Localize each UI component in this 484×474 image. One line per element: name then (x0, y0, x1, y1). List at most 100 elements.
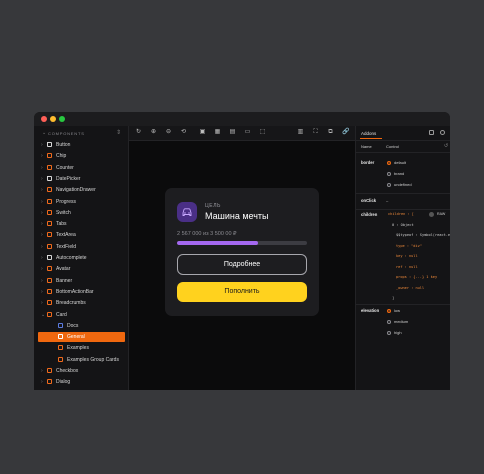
elevation-label: elevation (361, 308, 380, 313)
edit-json-icon[interactable] (429, 212, 434, 217)
border-radio-brand[interactable] (387, 171, 391, 176)
sidebar-item-label: Docs (67, 322, 79, 329)
sidebar: ⌄ COMPONENTS ⇕ › Button › Chip › Counter › Date… (34, 126, 129, 390)
chevron-down-icon[interactable]: ⌄ (41, 312, 45, 318)
expand-all-icon[interactable]: ⇕ (116, 129, 122, 136)
top-up-button[interactable]: Пополнить (177, 282, 307, 302)
sidebar-item-checkbox[interactable]: › Checkbox (34, 366, 128, 376)
chevron-right-icon[interactable]: › (41, 278, 43, 284)
args-table-header: Name Control ↺ (356, 141, 450, 151)
close-panel-icon[interactable] (440, 130, 445, 135)
sidebar-item-examples-group-cards[interactable]: Examples Group Cards (34, 355, 128, 365)
children-object-line: type : "div" (396, 243, 422, 248)
reset-icon[interactable]: ↺ (444, 143, 448, 149)
chevron-right-icon[interactable]: › (41, 153, 43, 159)
sidebar-item-counter[interactable]: › Counter (34, 163, 128, 173)
outline-icon[interactable]: ⬚ (259, 129, 266, 136)
tab-addons[interactable]: Addons (361, 131, 376, 136)
details-button[interactable]: Подробнее (177, 254, 307, 275)
panel-toggle-icon[interactable]: ▥ (297, 129, 304, 136)
folder-icon (47, 175, 52, 181)
sidebar-item-bottomactionbar[interactable]: › BottomActionBar (34, 287, 128, 297)
chevron-right-icon[interactable]: › (41, 221, 43, 227)
goal-progress-bar (177, 241, 307, 245)
elevation-option-label: high (394, 330, 402, 335)
grid-icon[interactable]: ▦ (214, 129, 221, 136)
fullscreen-icon[interactable]: ⛶ (312, 129, 319, 136)
zoom-reset-icon[interactable]: ⟲ (180, 129, 187, 136)
chevron-right-icon[interactable]: › (41, 176, 43, 182)
border-label: border (361, 160, 375, 165)
addons-panel: Addons Name Control ↺ border default bran… (355, 126, 450, 390)
sidebar-item-chip[interactable]: › Chip (34, 151, 128, 161)
sidebar-item-button[interactable]: › Button (34, 140, 128, 150)
chevron-right-icon[interactable]: › (41, 199, 43, 205)
maximize-window-button[interactable] (59, 116, 65, 122)
component-icon (47, 277, 52, 283)
chevron-right-icon[interactable]: › (41, 379, 43, 385)
chevron-right-icon[interactable]: › (41, 142, 43, 148)
sidebar-item-docs[interactable]: Docs (34, 321, 128, 331)
zoom-out-icon[interactable]: ⊖ (165, 129, 172, 136)
header-name: Name (361, 144, 372, 149)
chevron-right-icon[interactable]: › (41, 187, 43, 193)
sidebar-item-progress[interactable]: › Progress (34, 197, 128, 207)
elevation-radio-low[interactable] (387, 308, 391, 313)
sidebar-item-switch[interactable]: › Switch (34, 208, 128, 218)
component-icon (47, 300, 52, 306)
sidebar-item-tabs[interactable]: › Tabs (34, 219, 128, 229)
new-tab-icon[interactable]: ⧉ (327, 129, 334, 136)
sidebar-item-label: Breadcrumbs (56, 300, 86, 307)
minimize-window-button[interactable] (50, 116, 56, 122)
sidebar-item-label: Dialog (56, 379, 71, 386)
elevation-radio-medium[interactable] (387, 319, 391, 324)
zoom-in-icon[interactable]: ⊕ (150, 129, 157, 136)
sidebar-item-autocomplete[interactable]: › Autocomplete (34, 253, 128, 263)
sidebar-item-banner[interactable]: › Banner (34, 276, 128, 286)
panel-position-icon[interactable] (429, 130, 434, 135)
sidebar-item-examples[interactable]: Examples (34, 343, 128, 353)
raw-toggle[interactable]: RAW (437, 212, 445, 216)
sidebar-item-label: Switch (56, 209, 71, 216)
chevron-right-icon[interactable]: › (41, 289, 43, 295)
sidebar-item-textarea[interactable]: › TextArea (34, 230, 128, 240)
border-radio-undefined[interactable] (387, 182, 391, 187)
chevron-right-icon[interactable]: › (41, 266, 43, 272)
chevron-right-icon[interactable]: › (41, 210, 43, 216)
measure-icon[interactable]: ▭ (244, 129, 251, 136)
chevron-right-icon[interactable]: › (41, 368, 43, 374)
reload-icon[interactable]: ↻ (135, 129, 142, 136)
sidebar-item-avatar[interactable]: › Avatar (34, 264, 128, 274)
goal-amount: 2 567 000 из 3 500 00 ₽ (177, 231, 237, 237)
sidebar-item-datepicker[interactable]: › DatePicker (34, 174, 128, 184)
elevation-radio-high[interactable] (387, 330, 391, 335)
chevron-right-icon[interactable]: › (41, 232, 43, 238)
chevron-right-icon[interactable]: › (41, 165, 43, 171)
sidebar-item-label: Examples Group Cards (67, 356, 119, 363)
header-control: Control (386, 144, 399, 149)
divider (356, 209, 450, 210)
viewport-icon[interactable]: ▤ (229, 129, 236, 136)
close-window-button[interactable] (41, 116, 47, 122)
border-radio-default[interactable] (387, 160, 391, 165)
window-titlebar (34, 112, 450, 126)
sidebar-item-card[interactable]: ⌄ Card (34, 310, 128, 320)
storybook-window: ⌄ COMPONENTS ⇕ › Button › Chip › Counter › Date… (34, 112, 450, 390)
sidebar-header[interactable]: ⌄ COMPONENTS ⇕ (34, 126, 128, 140)
component-icon (47, 153, 52, 159)
chevron-right-icon[interactable]: › (41, 244, 43, 250)
elevation-option-label: medium (394, 319, 409, 324)
copy-link-icon[interactable]: 🔗 (342, 129, 349, 136)
border-option-label: brand (394, 171, 405, 176)
background-icon[interactable]: ▣ (199, 129, 206, 136)
sidebar-item-textfield[interactable]: › TextField (34, 242, 128, 252)
chevron-right-icon[interactable]: › (41, 255, 43, 261)
chevron-right-icon[interactable]: › (41, 300, 43, 306)
sidebar-item-breadcrumbs[interactable]: › Breadcrumbs (34, 298, 128, 308)
component-icon (47, 288, 52, 294)
sidebar-item-general[interactable]: General (38, 332, 125, 343)
sidebar-item-label: TextField (56, 243, 77, 250)
sidebar-item-dialog[interactable]: › Dialog (34, 377, 128, 387)
sidebar-item-navigationdrawer[interactable]: › NavigationDrawer (34, 185, 128, 195)
component-icon (47, 266, 52, 272)
